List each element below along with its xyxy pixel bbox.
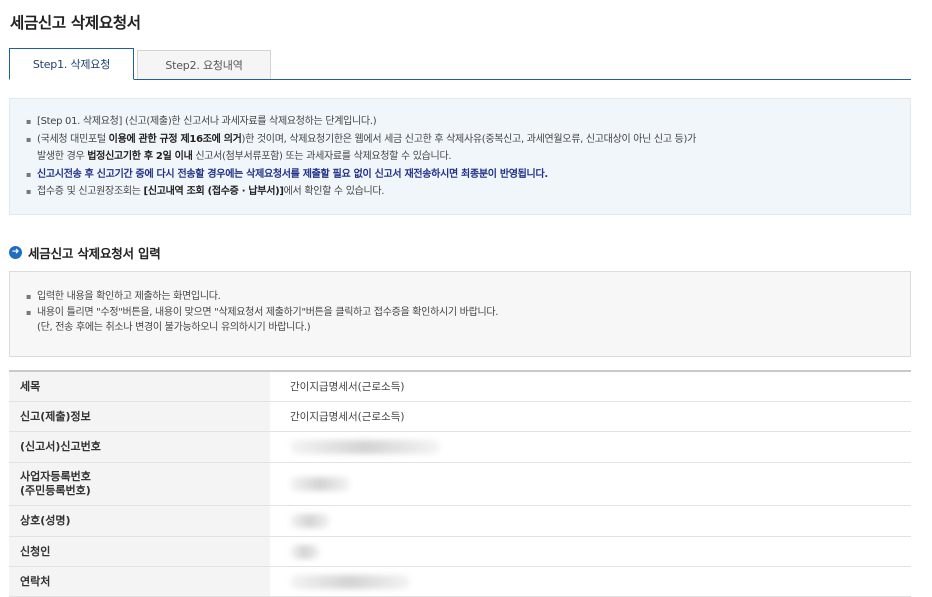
redacted-value [290,544,320,559]
notice-text: )한 것이며, 삭제요청기한은 웹에서 세금 신고한 후 삭제사유(중복신고, … [241,133,697,145]
row-label: 상호(성명) [9,506,270,536]
redacted-value [290,477,350,491]
form-row-applicant: 신청인 [9,537,911,567]
info-item-continuation: (단, 전송 후에는 취소나 변경이 불가능하오니 유의하시기 바랍니다.) [37,322,311,333]
row-value: 간이지급명세서(근로소득) [290,411,405,423]
notice-text: 에서 확인할 수 있습니다. [283,186,385,197]
notice-item: 접수증 및 신고원장조회는 [신고내역 조회 (접수증 · 납부서)]에서 확인… [26,183,898,201]
notice-text: 접수증 및 신고원장조회는 [37,186,144,197]
page-title: 세금신고 삭제요청서 [10,14,141,32]
notice-item-continuation: 발생한 경우 법정신고기한 후 2일 이내 신고서(첨부서류포함) 또는 과세자… [26,148,898,166]
row-label: 신청인 [9,537,270,566]
redacted-value [290,574,410,589]
row-value-redacted [270,463,911,505]
row-value-redacted [270,567,911,596]
row-value-redacted [270,506,911,536]
row-label-line: 사업자등록번호 [20,470,91,483]
row-value-redacted [270,432,911,462]
form-row-filing-info: 신고(제출)정보 간이지급명세서(근로소득) [9,402,911,432]
form-row-contact: 연락처 [9,567,911,597]
notice-text: 발생한 경우 [37,151,88,162]
notice-text: 신고서(첨부서류포함) 또는 과세자료를 삭제요청할 수 있습니다. [192,151,452,162]
notice-box: [Step 01. 삭제요청] (신고(제출)한 신고서나 과세자료를 삭제요청… [9,98,911,215]
tab-underline [9,79,911,80]
info-box: 입력한 내용을 확인하고 제출하는 화면입니다. 내용이 틀리면 "수정"버튼을… [9,271,911,357]
section-title: 세금신고 삭제요청서 입력 [28,245,161,261]
row-value: 간이지급명세서(근로소득) [290,381,405,393]
arrow-circle-icon: ➜ [9,245,22,259]
tab-step1-delete-request[interactable]: Step1. 삭제요청 [9,48,134,80]
row-value-redacted [270,537,911,566]
tab-step2-request-history[interactable]: Step2. 요청내역 [137,50,271,79]
notice-item: [Step 01. 삭제요청] (신고(제출)한 신고서나 과세자료를 삭제요청… [26,113,898,131]
request-form-table: 세목 간이지급명세서(근로소득) 신고(제출)정보 간이지급명세서(근로소득) … [9,370,911,597]
row-label-line: (주민등록번호) [20,484,91,497]
row-label: 연락처 [9,567,270,596]
section-header: ➜ 세금신고 삭제요청서 입력 [9,243,161,261]
redacted-value [290,440,440,454]
form-row-company-name: 상호(성명) [9,506,911,537]
notice-bold: 법정신고기한 후 2일 이내 [87,151,193,162]
info-item: 내용이 틀리면 "수정"버튼을, 내용이 맞으면 "삭제요청서 제출하기"버튼을… [26,305,898,321]
notice-item: (국세청 대민포털 이용에 관한 규정 제16조에 의거)한 것이며, 삭제요청… [26,131,898,149]
step-tabs: Step1. 삭제요청 Step2. 요청내역 [9,48,911,80]
info-item: 입력한 내용을 확인하고 제출하는 화면입니다. [26,289,898,305]
form-row-tax-item: 세목 간이지급명세서(근로소득) [9,372,911,402]
notice-link-bold: [신고내역 조회 (접수증 · 납부서)] [143,186,284,197]
row-label: 사업자등록번호 (주민등록번호) [9,463,270,505]
row-label: 신고(제출)정보 [9,402,270,431]
row-label: 세목 [9,372,270,401]
notice-item-highlight: 신고시전송 후 신고기간 중에 다시 전송할 경우에는 삭제요청서를 제출할 필… [26,166,898,184]
redacted-value [290,514,330,528]
notice-bold: 이용에 관한 규정 제16조에 의거 [108,133,242,145]
form-row-filing-number: (신고서)신고번호 [9,432,911,463]
notice-text: (국세청 대민포털 [37,133,109,145]
form-row-business-number: 사업자등록번호 (주민등록번호) [9,463,911,506]
row-label: (신고서)신고번호 [9,432,270,462]
